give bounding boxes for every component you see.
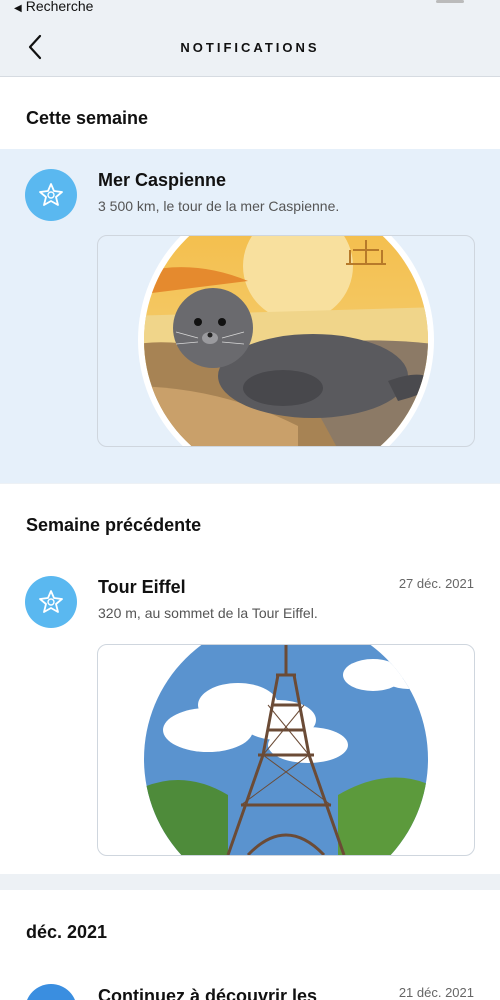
eiffel-tower-illustration <box>97 644 475 856</box>
notification-subtitle: 3 500 km, le tour de la mer Caspienne. <box>98 198 340 214</box>
notification-subtitle: 320 m, au sommet de la Tour Eiffel. <box>98 605 318 621</box>
achievement-badge <box>25 576 77 628</box>
back-to-app-link[interactable]: ◀ Recherche <box>14 0 93 14</box>
notification-card-discover[interactable]: Continuez à découvrir les 21 déc. 2021 <box>0 970 500 1000</box>
section-header-dec-2021: déc. 2021 <box>0 890 500 970</box>
section-title: Cette semaine <box>26 108 149 128</box>
achievement-badge <box>25 984 77 1000</box>
star-badge-icon <box>39 183 63 206</box>
notification-title: Continuez à découvrir les <box>98 986 318 1000</box>
section-header-this-week: Cette semaine <box>0 77 500 149</box>
caspian-seal-illustration <box>97 235 475 447</box>
notification-date: 21 déc. 2021 <box>398 985 474 1000</box>
status-bar: ◀ Recherche <box>0 0 500 18</box>
notification-card-eiffel[interactable]: Tour Eiffel 27 déc. 2021 320 m, au somme… <box>0 556 500 874</box>
back-app-label: Recherche <box>25 0 94 14</box>
notification-date: 27 déc. 2021 <box>398 576 474 591</box>
notification-title: Tour Eiffel <box>98 577 186 597</box>
notification-card-caspian[interactable]: Mer Caspienne 3 500 km, le tour de la me… <box>0 149 500 483</box>
back-triangle-icon: ◀ <box>14 3 22 14</box>
star-badge-icon <box>39 590 63 613</box>
notification-title: Mer Caspienne <box>98 170 227 190</box>
top-navigation-bar: NOTIFICATIONS <box>0 18 500 77</box>
section-title: Semaine précédente <box>26 515 202 535</box>
achievement-badge <box>25 169 77 221</box>
section-title: déc. 2021 <box>26 922 108 942</box>
section-header-last-week: Semaine précédente <box>0 484 500 556</box>
page-title: NOTIFICATIONS <box>180 40 320 55</box>
battery-indicator <box>436 0 464 3</box>
